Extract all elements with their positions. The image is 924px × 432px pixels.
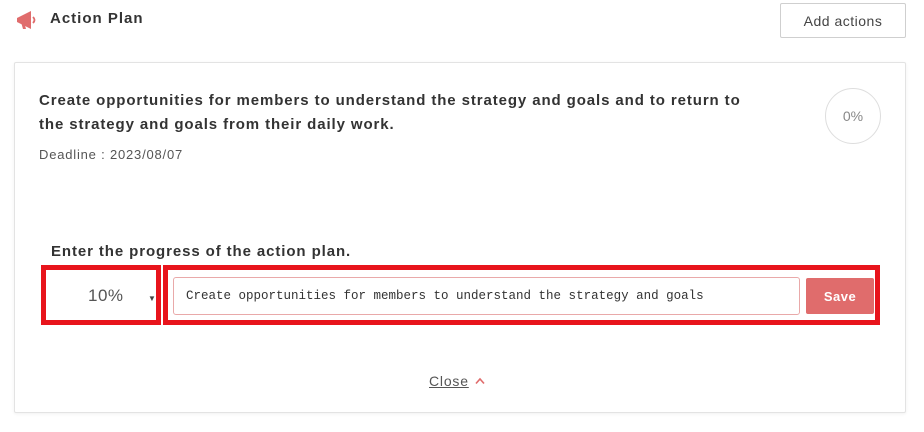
page-title: Action Plan <box>50 10 144 27</box>
progress-percent-select[interactable]: 10% ▼ <box>41 265 161 325</box>
progress-comment-row: Save <box>163 265 880 325</box>
dropdown-arrow-icon: ▼ <box>148 294 156 303</box>
action-plan-title: Create opportunities for members to unde… <box>39 92 741 133</box>
close-link[interactable]: Close <box>429 373 485 389</box>
chevron-up-icon <box>475 377 485 385</box>
progress-percent-badge: 0% <box>825 88 881 144</box>
progress-form-label: Enter the progress of the action plan. <box>51 243 352 260</box>
megaphone-icon <box>17 11 36 29</box>
deadline-text: Deadline : 2023/08/07 <box>39 147 184 162</box>
progress-comment-input[interactable] <box>173 277 800 315</box>
progress-percent-value: 10% <box>88 286 124 305</box>
action-plan-card: Create opportunities for members to unde… <box>14 62 906 413</box>
save-button[interactable]: Save <box>806 278 874 314</box>
close-label: Close <box>429 373 469 389</box>
action-plan-header: Action Plan Add actions <box>0 0 924 48</box>
add-actions-button[interactable]: Add actions <box>780 3 906 38</box>
